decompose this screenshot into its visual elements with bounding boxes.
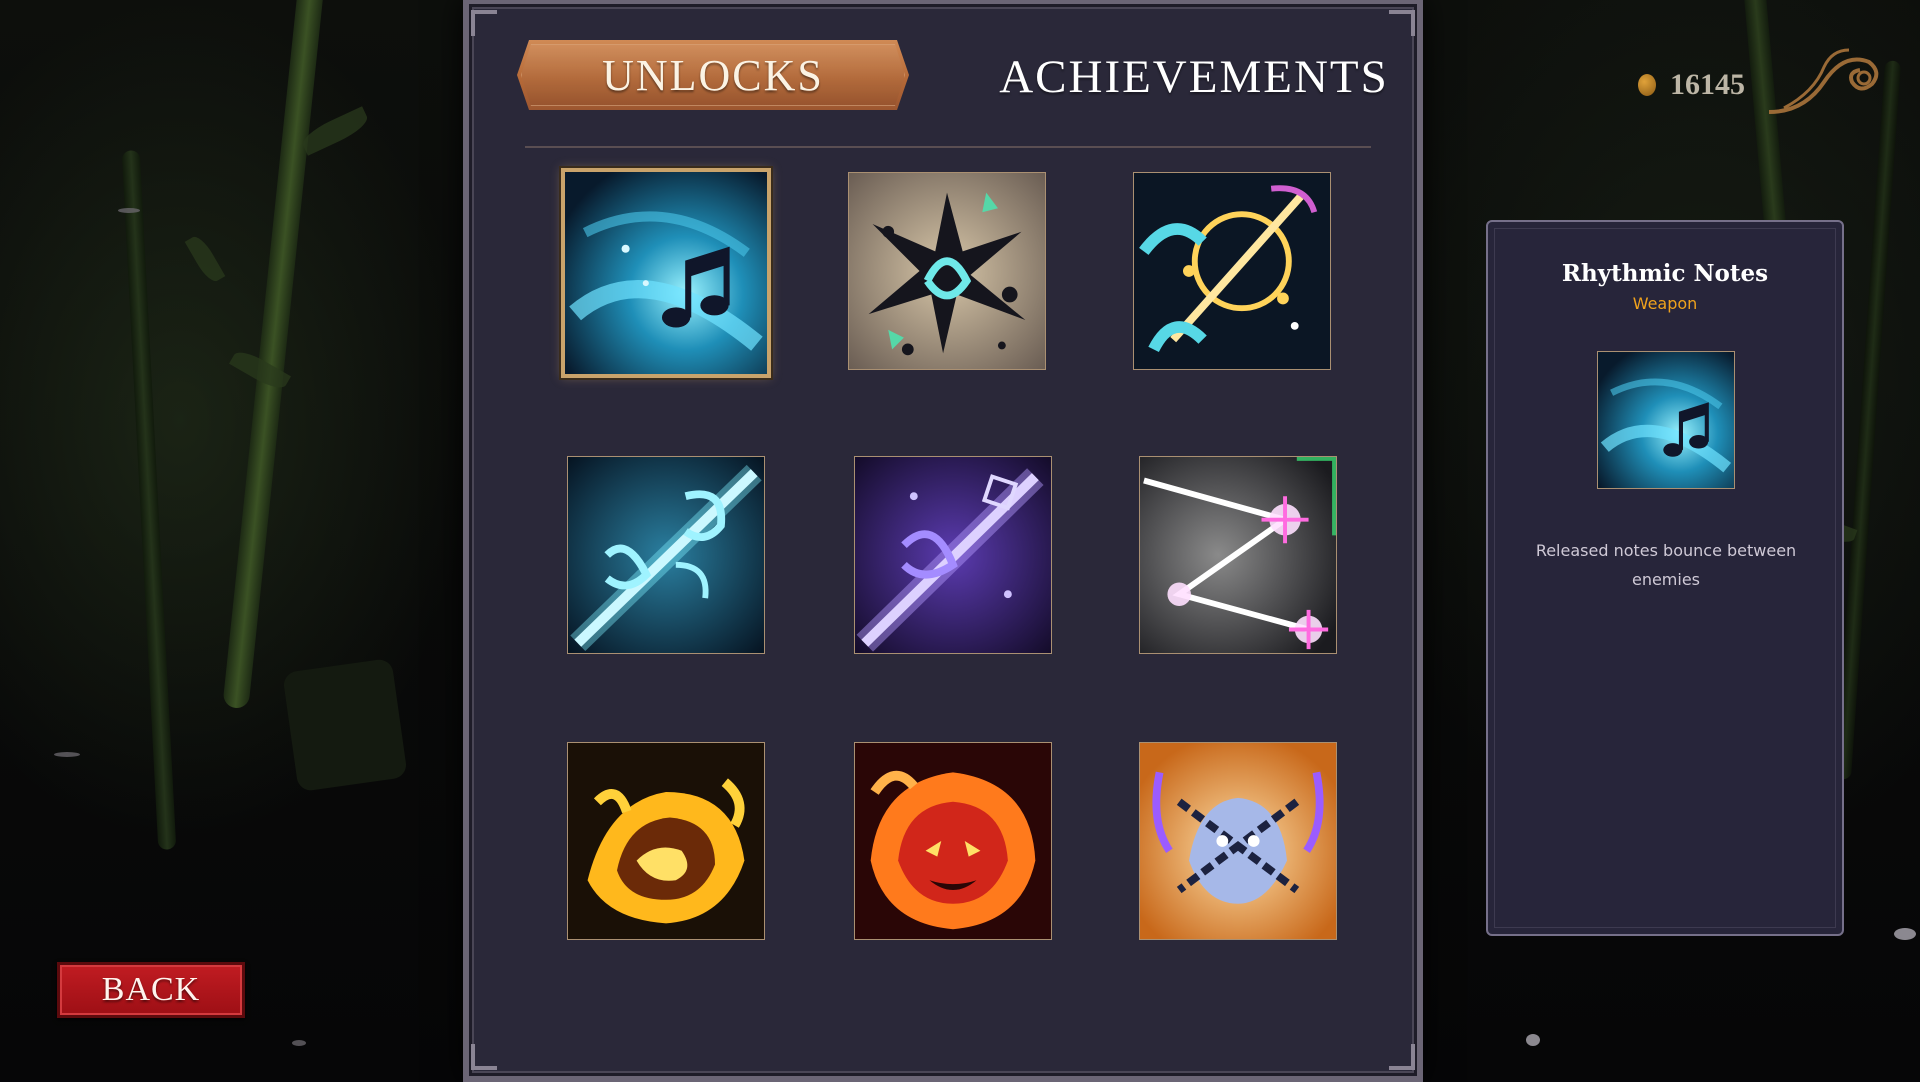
leaf [184,232,226,286]
unlock-slot-violet-slash[interactable] [854,456,1052,654]
detail-panel: Rhythmic Notes Weapon Released notes bou… [1486,220,1844,936]
tab-achievements-label: ACHIEVEMENTS [999,51,1389,103]
unlock-slot-shard-burst[interactable] [848,172,1046,370]
unlock-slot-fire-demon[interactable] [854,742,1052,940]
panel-corner-ornament [1389,10,1415,36]
pebble [1894,928,1916,940]
detail-type: Weapon [1632,294,1698,313]
coin-icon [1638,74,1656,96]
detail-item-icon [1597,351,1735,489]
unlock-slot-rhythmic-notes[interactable] [561,168,771,378]
tree-trunk [121,150,177,850]
golden-fire-icon [568,743,764,939]
chained-beast-icon [1140,743,1336,939]
tree-trunk [1834,60,1902,780]
panel-corner-ornament [1389,1044,1415,1070]
rock [282,657,408,793]
cyan-slash-icon [568,457,764,653]
pebble [292,1040,306,1046]
pebble [54,752,80,757]
prism-bounce-icon [1140,457,1336,653]
unlock-slot-cyan-slash[interactable] [567,456,765,654]
fire-demon-icon [855,743,1051,939]
ornament-swirl-icon [1768,48,1879,114]
panel-corner-ornament [471,1044,497,1070]
tab-achievements[interactable]: ACHIEVEMENTS [999,42,1389,112]
orbiting-notes-icon [1134,173,1330,369]
music-notes-wave-icon [565,172,767,374]
unlock-slot-golden-flame[interactable] [567,742,765,940]
tab-unlocks-label: UNLOCKS [602,50,824,100]
back-button[interactable]: BACK [57,962,245,1018]
unlock-slot-note-orbit[interactable] [1133,172,1331,370]
tab-unlocks[interactable]: UNLOCKS [517,40,909,110]
pebble [1526,1034,1540,1046]
music-notes-wave-icon [1598,352,1734,488]
violet-slash-icon [855,457,1051,653]
currency-amount: 16145 [1670,68,1745,101]
panel-corner-ornament [471,10,497,36]
unlock-slot-chained-spirit[interactable] [1139,742,1337,940]
pebble [118,208,140,213]
shatter-burst-icon [849,173,1045,369]
back-button-label: BACK [101,971,201,1008]
tab-divider [525,146,1371,148]
unlock-slot-prism-lines[interactable] [1139,456,1337,654]
detail-title: Rhythmic Notes [1561,260,1769,287]
currency-display: 16145 [1638,48,1888,114]
unlocks-panel: UNLOCKS ACHIEVEMENTS [463,0,1423,1082]
detail-description: Released notes bounce between enemies [1535,541,1797,589]
